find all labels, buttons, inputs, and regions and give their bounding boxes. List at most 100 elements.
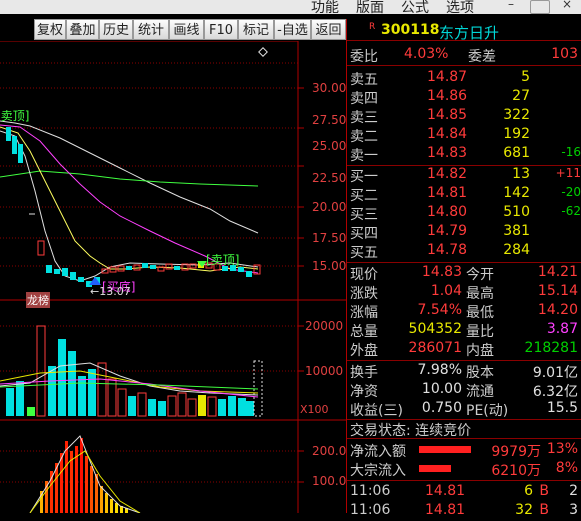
price-axis-label: 17.50 bbox=[312, 231, 347, 245]
menu-item-function[interactable]: 功能 bbox=[311, 0, 339, 17]
sell-order-volume: 192 bbox=[503, 126, 530, 142]
buy-order-label: 买五 bbox=[350, 245, 378, 261]
price-axis-label: 15.00 bbox=[312, 259, 347, 273]
buy-order-row[interactable]: 买五 14.78 284 bbox=[347, 242, 581, 261]
buy-order-row[interactable]: 买四 14.79 381 bbox=[347, 223, 581, 242]
volume-axis-label: 10000 bbox=[305, 364, 344, 378]
buy-order-row[interactable]: 买二 14.81 142 -20 bbox=[347, 185, 581, 204]
quote-label: 最低 bbox=[466, 305, 494, 321]
volume-axis-label: 20000 bbox=[305, 319, 344, 333]
tick-count: 2 bbox=[569, 483, 578, 499]
quote-value: 15.14 bbox=[537, 283, 578, 299]
button-overlay[interactable]: 叠加 bbox=[66, 19, 99, 40]
sell-order-row[interactable]: 卖二 14.84 192 bbox=[347, 126, 581, 145]
buy-order-label: 买一 bbox=[350, 169, 378, 185]
sell-order-price: 14.83 bbox=[427, 145, 468, 161]
volume-bars bbox=[6, 325, 263, 417]
quote-label: 涨幅 bbox=[350, 305, 378, 321]
restore-icon[interactable] bbox=[530, 0, 550, 14]
tick-price: 14.81 bbox=[425, 502, 466, 518]
buy-order-price: 14.82 bbox=[427, 166, 468, 182]
stock-header: R 300118 东方日升 bbox=[347, 21, 581, 42]
fundamental-value: 10.00 bbox=[421, 381, 462, 397]
kline-chart-svg bbox=[0, 40, 346, 514]
trade-status-row: 交易状态: 连续竞价 bbox=[347, 420, 581, 439]
sell-order-row[interactable]: 卖三 14.85 322 bbox=[347, 107, 581, 126]
fundamental-label: 流通 bbox=[466, 384, 494, 400]
button-statistics[interactable]: 统计 bbox=[133, 19, 169, 40]
button-back[interactable]: 返回 bbox=[311, 19, 346, 40]
tick-time: 11:06 bbox=[350, 502, 391, 518]
button-mark[interactable]: 标记 bbox=[238, 19, 274, 40]
buy-order-volume: 142 bbox=[503, 185, 530, 201]
fundamental-value: 0.750 bbox=[421, 400, 462, 416]
ma-yellow-line bbox=[0, 126, 259, 272]
button-watchlist[interactable]: -自选 bbox=[274, 19, 311, 40]
flow-row: 净流入额 9979万 13% bbox=[347, 441, 581, 460]
fundamental-value: 6.32亿 bbox=[532, 384, 578, 400]
buy-order-change: -62 bbox=[561, 204, 581, 218]
committee-diff-label: 委差 bbox=[468, 49, 496, 65]
price-axis-label: 27.50 bbox=[312, 113, 347, 127]
quote-panel: R 300118 东方日升 委比 4.03% 委差 103 卖五 14.87 5… bbox=[346, 19, 581, 518]
sell-order-price: 14.86 bbox=[427, 88, 468, 104]
committee-diff-value: 103 bbox=[551, 46, 578, 62]
menu-item-options[interactable]: 选项 bbox=[446, 0, 474, 17]
minimize-button[interactable]: – bbox=[502, 0, 520, 13]
button-f10[interactable]: F10 bbox=[204, 19, 238, 40]
buy-order-price: 14.79 bbox=[427, 223, 468, 239]
fundamental-label: 净资 bbox=[350, 384, 378, 400]
sell-text: 卖顶 bbox=[210, 253, 235, 267]
buy-order-row[interactable]: 买一 14.82 13 +11 bbox=[347, 166, 581, 185]
sell-annotation: [卖顶] bbox=[206, 253, 240, 267]
fundamental-value: 15.5 bbox=[546, 400, 578, 416]
quote-value: 3.87 bbox=[546, 321, 578, 337]
rights-flag: R bbox=[369, 22, 376, 32]
ma-white-line bbox=[0, 120, 259, 234]
buy-order-volume: 510 bbox=[503, 204, 530, 220]
quote-label: 外盘 bbox=[350, 343, 378, 359]
buy-order-volume: 381 bbox=[503, 223, 530, 239]
menu-bar: 功能 版面 公式 选项 – × bbox=[0, 0, 581, 17]
low-price-text: 13.07 bbox=[99, 285, 131, 298]
quote-row: 涨幅 7.54% 最低 14.20 bbox=[347, 302, 581, 321]
sell-order-row[interactable]: 卖四 14.86 27 bbox=[347, 88, 581, 107]
sell-order-volume: 27 bbox=[512, 88, 530, 104]
buy-order-row[interactable]: 买三 14.80 510 -62 bbox=[347, 204, 581, 223]
button-adjust-rights[interactable]: 复权 bbox=[34, 19, 66, 40]
menu-item-layout[interactable]: 版面 bbox=[356, 0, 384, 17]
fundamental-label: 换手 bbox=[350, 365, 378, 381]
kline-chart[interactable]: 30.00 27.50 25.00 22.50 20.00 17.50 15.0… bbox=[0, 40, 347, 514]
fundamental-value: 7.98% bbox=[417, 362, 462, 378]
quote-label: 涨跌 bbox=[350, 286, 378, 302]
button-draw-line[interactable]: 画线 bbox=[169, 19, 204, 40]
tick-volume: 32 bbox=[515, 502, 533, 518]
fundamental-label: 股本 bbox=[466, 365, 494, 381]
sell-order-price: 14.87 bbox=[427, 69, 468, 85]
trade-status: 交易状态: 连续竞价 bbox=[350, 423, 472, 439]
sell-order-row[interactable]: 卖五 14.87 5 bbox=[347, 69, 581, 88]
button-history[interactable]: 历史 bbox=[99, 19, 133, 40]
flow-label: 大宗流入 bbox=[350, 463, 406, 479]
buy-order-price: 14.80 bbox=[427, 204, 468, 220]
sell-order-price: 14.85 bbox=[427, 107, 468, 123]
fundamental-value: 9.01亿 bbox=[532, 365, 578, 381]
menu-item-formula[interactable]: 公式 bbox=[401, 0, 429, 17]
sell-order-label: 卖四 bbox=[350, 91, 378, 107]
sell-order-label: 卖一 bbox=[350, 148, 378, 164]
tick-count: 3 bbox=[569, 502, 578, 518]
sell-order-price: 14.84 bbox=[427, 126, 468, 142]
low-price-annotation: ←13.07 bbox=[90, 285, 131, 298]
committee-ratio-label: 委比 bbox=[350, 49, 378, 65]
buy-order-change: -20 bbox=[561, 185, 581, 199]
sell-order-row[interactable]: 卖一 14.83 681 -16 bbox=[347, 145, 581, 164]
sell-order-volume: 681 bbox=[503, 145, 530, 161]
flow-bar bbox=[419, 465, 451, 472]
tick-volume: 6 bbox=[524, 483, 533, 499]
fundamental-row: 净资 10.00 流通 6.32亿 bbox=[347, 381, 581, 400]
ma-green-line bbox=[0, 170, 259, 187]
indicator-axis-label: 200.0 bbox=[312, 444, 347, 458]
flow-label: 净流入额 bbox=[350, 444, 406, 460]
dragon-list-badge[interactable]: 龙榜 bbox=[26, 292, 50, 308]
close-button[interactable]: × bbox=[558, 0, 576, 13]
